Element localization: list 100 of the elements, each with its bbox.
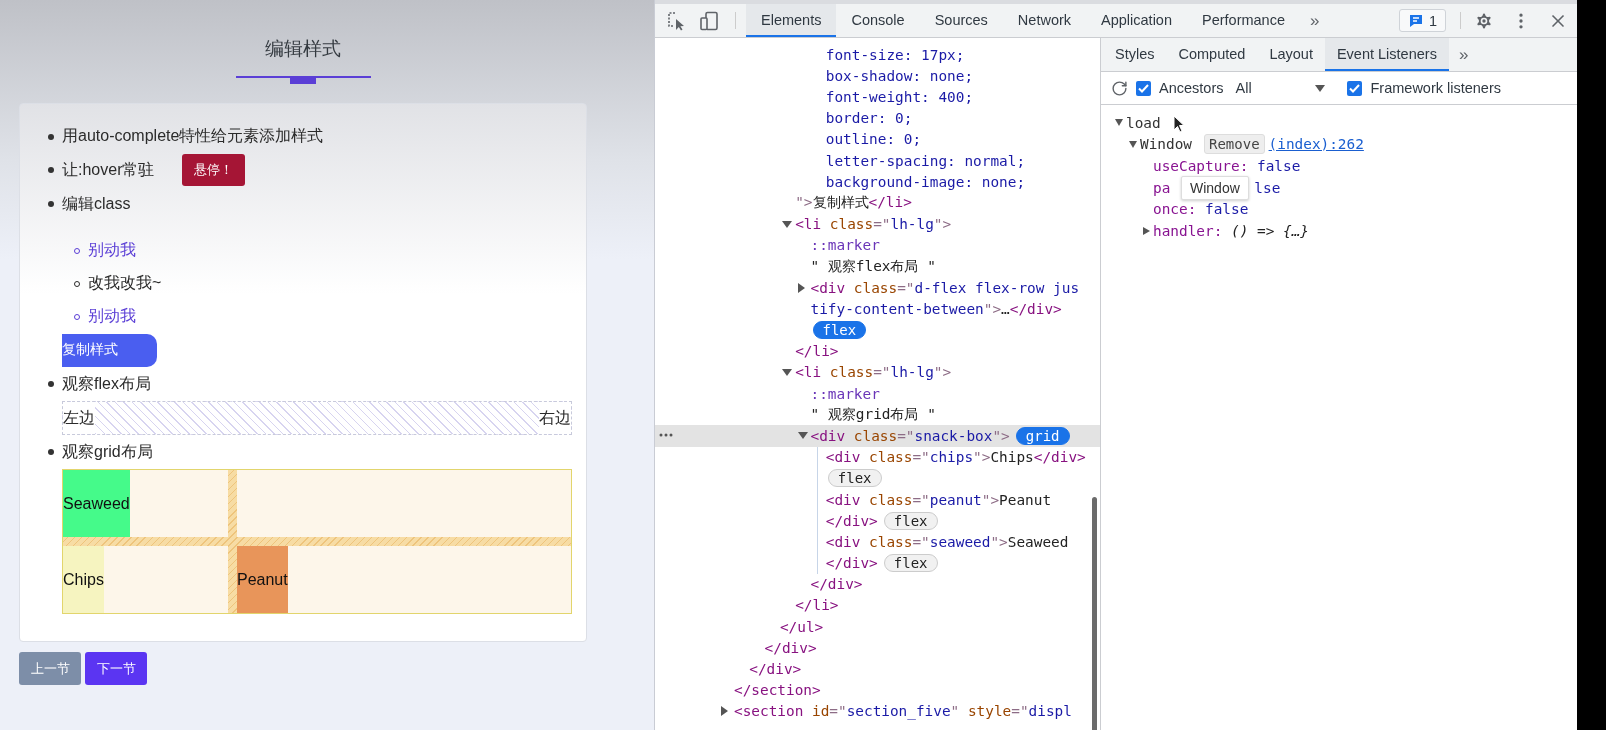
layout-badge[interactable]: flex bbox=[883, 511, 938, 530]
property-key: handler: bbox=[1153, 222, 1223, 239]
code-line: letter-spacing: normal; bbox=[825, 152, 1026, 169]
code-line: </section> bbox=[734, 682, 821, 699]
list-item-text: 让:hover常驻 bbox=[62, 159, 155, 180]
sidebar-tab[interactable]: Event Listeners bbox=[1324, 38, 1449, 71]
grid-item: Chips bbox=[63, 546, 104, 613]
checkbox[interactable] bbox=[1347, 80, 1363, 96]
sidebar-tab[interactable]: Styles bbox=[1103, 38, 1167, 71]
list-item-text: 用auto-complete特性给元素添加样式 bbox=[62, 126, 324, 146]
devtools-tab[interactable]: Elements bbox=[746, 4, 837, 37]
list-item-text: 观察flex布局 bbox=[62, 373, 151, 394]
sidebar-tab[interactable]: Computed bbox=[1166, 38, 1258, 71]
bullet bbox=[48, 167, 54, 173]
code-line: </div> bbox=[825, 512, 878, 529]
property-key: once: bbox=[1153, 201, 1197, 218]
code-line: ">复制样式</li> bbox=[795, 193, 912, 213]
sub-item-text: 别动我 bbox=[88, 240, 136, 260]
code-line: border: 0; bbox=[825, 110, 913, 127]
code-line: ::marker bbox=[810, 385, 880, 402]
property-value: () => {…} bbox=[1231, 222, 1309, 239]
devtools-tab[interactable]: Sources bbox=[919, 4, 1003, 37]
collapsed-triangle-icon[interactable] bbox=[1143, 226, 1150, 235]
layout-badge[interactable]: flex bbox=[827, 469, 882, 488]
devtools-tab[interactable]: Network bbox=[1002, 4, 1087, 37]
code-line: <div class="chips">Chips</div> bbox=[825, 449, 1086, 466]
flex-item: 左边 bbox=[63, 402, 95, 434]
more-tabs[interactable]: » bbox=[1448, 38, 1479, 71]
code-line: " 观察grid布局 " bbox=[810, 405, 936, 425]
code-line: <div class="peanut">Peanut bbox=[825, 491, 1052, 508]
code-line: </li> bbox=[795, 343, 839, 360]
page-title: 编辑样式 bbox=[265, 37, 341, 61]
property-key: useCapture: bbox=[1153, 158, 1249, 174]
checkbox[interactable] bbox=[1136, 80, 1151, 96]
expanded-triangle-icon[interactable] bbox=[782, 368, 793, 376]
code-line: </div> bbox=[825, 555, 878, 572]
scrollbar-thumb[interactable] bbox=[1092, 497, 1097, 730]
code-line: </ul> bbox=[779, 618, 824, 635]
expanded-triangle-icon[interactable] bbox=[797, 432, 808, 440]
source-link[interactable]: (index):262 bbox=[1268, 136, 1364, 153]
flex-item: 右边 bbox=[539, 402, 571, 434]
sidebar-tab[interactable]: Layout bbox=[1257, 38, 1325, 71]
code-line: <li class="lh-lg"> bbox=[795, 216, 952, 233]
code-line: background-image: none; bbox=[825, 173, 1026, 190]
code-line: <div class="d-flex flex-row jus bbox=[810, 279, 1080, 296]
code-line: </div> bbox=[810, 576, 863, 593]
next-button[interactable]: 下一节 bbox=[85, 652, 147, 685]
issues-button[interactable]: 1 bbox=[1398, 9, 1446, 32]
sub-item-text: 改我改我~ bbox=[88, 273, 162, 293]
collapsed-triangle-icon[interactable] bbox=[721, 706, 728, 717]
grid-item: Peanut bbox=[237, 546, 288, 613]
list-item-text: 编辑class bbox=[62, 193, 131, 214]
filter-dropdown[interactable]: All bbox=[1235, 80, 1326, 96]
property-value: false bbox=[1205, 201, 1249, 218]
remove-button[interactable]: Remove bbox=[1204, 134, 1265, 155]
sub-item-text: 别动我 bbox=[88, 306, 136, 326]
code-line: ::marker bbox=[810, 237, 880, 254]
bullet bbox=[48, 449, 54, 455]
grid-item: Seaweed bbox=[63, 470, 130, 537]
copy-style-button[interactable]: 复制样式 bbox=[62, 333, 157, 367]
code-line: </div> bbox=[764, 639, 817, 656]
list-item-text: 观察grid布局 bbox=[62, 441, 153, 462]
more-icon[interactable] bbox=[659, 433, 673, 438]
hover-button[interactable]: 悬停！ bbox=[182, 154, 246, 186]
layout-badge[interactable]: flex bbox=[812, 321, 867, 340]
code-line: <div class="snack-box"> bbox=[810, 427, 1010, 444]
code-line: box-shadow: none; bbox=[825, 67, 974, 84]
code-line: outline: 0; bbox=[825, 131, 922, 148]
code-line: font-weight: 400; bbox=[825, 88, 974, 105]
code-line: font-size: 17px; bbox=[825, 46, 965, 63]
property-value: lse bbox=[1254, 179, 1281, 196]
event-name: load bbox=[1126, 114, 1161, 131]
bullet bbox=[48, 133, 54, 140]
expanded-triangle-icon[interactable] bbox=[1115, 119, 1123, 127]
devtools-tab[interactable]: Application bbox=[1086, 4, 1187, 37]
property-value: false bbox=[1257, 158, 1301, 174]
mouse-cursor-icon bbox=[1173, 115, 1185, 133]
refresh-icon[interactable] bbox=[1111, 79, 1128, 97]
code-line: tify-content-between">…</div> bbox=[810, 300, 1062, 317]
more-tabs[interactable]: » bbox=[1300, 4, 1330, 37]
checkbox-label: Ancestors bbox=[1159, 80, 1224, 96]
expanded-triangle-icon[interactable] bbox=[782, 220, 793, 228]
code-line: " 观察flex布局 " bbox=[810, 256, 936, 276]
bullet bbox=[48, 381, 54, 387]
tooltip: Window bbox=[1181, 176, 1249, 200]
layout-badge[interactable]: flex bbox=[883, 554, 938, 573]
layout-badge[interactable]: grid bbox=[1015, 426, 1070, 445]
code-line: <div class="seaweed">Seaweed bbox=[825, 533, 1069, 550]
code-line: </div> bbox=[749, 661, 802, 678]
code-line: </li> bbox=[795, 597, 839, 614]
property-key: pa bbox=[1153, 179, 1171, 196]
devtools-tab[interactable]: Console bbox=[836, 4, 920, 37]
expanded-triangle-icon[interactable] bbox=[1129, 140, 1137, 148]
bullet bbox=[48, 201, 54, 207]
listener-target: Window bbox=[1140, 136, 1192, 153]
message-icon bbox=[1407, 12, 1424, 29]
collapsed-triangle-icon[interactable] bbox=[797, 282, 805, 293]
devtools-tab[interactable]: Performance bbox=[1187, 4, 1300, 37]
code-line: <section id="section_five" style="displ bbox=[734, 703, 1072, 720]
checkbox-label: Framework listeners bbox=[1370, 80, 1501, 96]
